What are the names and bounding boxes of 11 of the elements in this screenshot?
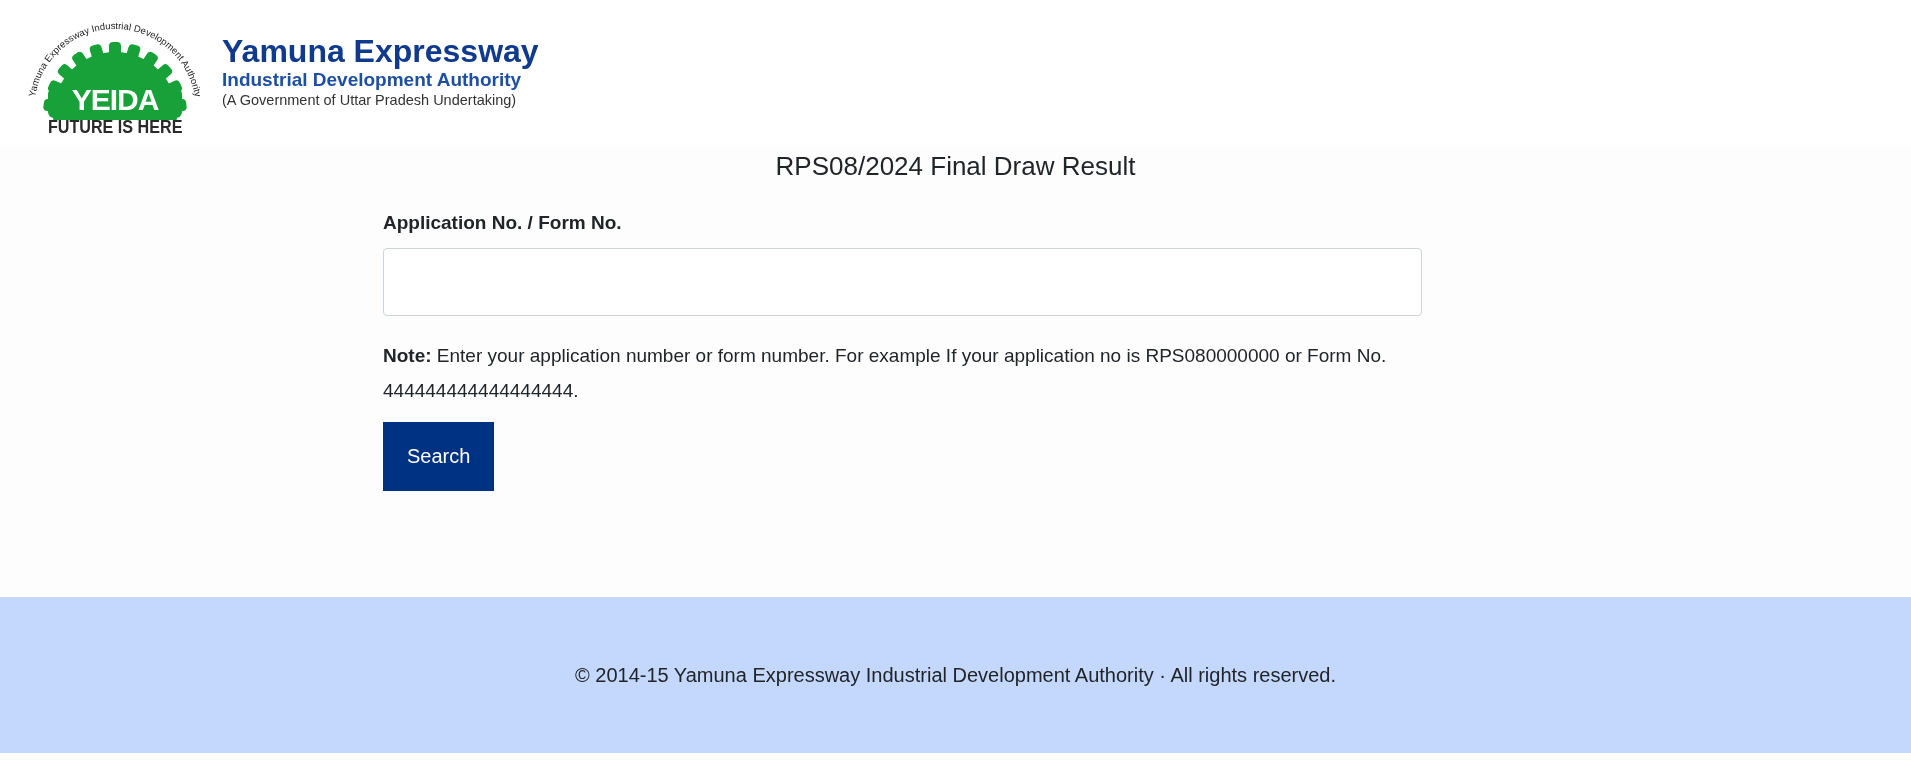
copyright-text: © 2014-15 Yamuna Expressway Industrial Development Authority · All rights reserved. bbox=[574, 663, 1336, 687]
note-text: Note: Enter your application number or form number. For example If your application no is RPS080000000 or Form No. 444444444444444444. bbox=[383, 344, 1388, 403]
field-label: Application No. / Form No. bbox=[383, 212, 622, 234]
page-title: RPS08/2024 Final Draw Result bbox=[774, 151, 1137, 182]
logo-subtitle: Industrial Development Authority bbox=[222, 69, 523, 91]
logo-note: (A Government of Uttar Pradesh Undertaking) bbox=[222, 91, 518, 109]
logo-name: Yamuna Expressway bbox=[222, 33, 539, 69]
application-number-field[interactable] bbox=[383, 248, 1422, 316]
search-button[interactable]: Search bbox=[383, 422, 495, 491]
logo-emblem-text: YEIDA bbox=[71, 83, 159, 116]
logo-tagline: FUTURE IS HERE bbox=[47, 116, 183, 138]
